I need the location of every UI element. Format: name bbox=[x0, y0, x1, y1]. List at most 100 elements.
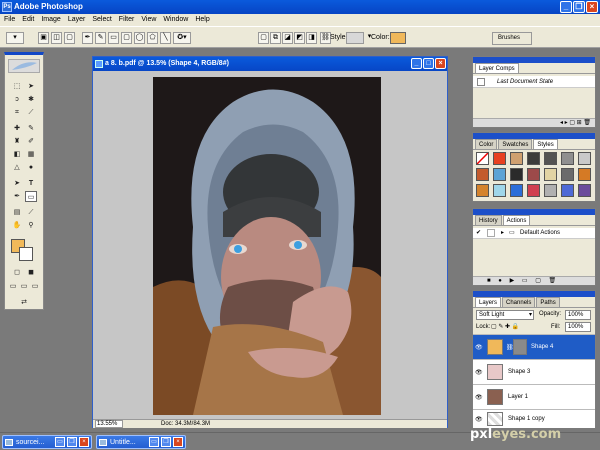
tab-color[interactable]: Color bbox=[475, 139, 498, 149]
blur-tool-icon[interactable]: △ bbox=[11, 162, 23, 173]
layer-row-layer-1[interactable]: 👁 Layer 1 bbox=[473, 384, 595, 409]
shape-layers-icon[interactable]: ▣ bbox=[38, 32, 49, 44]
shape-tool-icon[interactable]: ▭ bbox=[25, 191, 37, 202]
style-swatch[interactable] bbox=[527, 184, 540, 197]
task-close-button[interactable]: × bbox=[173, 437, 183, 447]
layer-row-shape-4[interactable]: 👁 ⛓ Shape 4 bbox=[473, 334, 595, 359]
dialog-toggle-icon[interactable] bbox=[487, 229, 495, 237]
menu-window[interactable]: Window bbox=[163, 14, 188, 26]
healing-brush-tool-icon[interactable]: ✚ bbox=[11, 123, 23, 134]
fill-pixels-icon[interactable]: ▢ bbox=[64, 32, 75, 44]
type-tool-icon[interactable]: T bbox=[25, 178, 37, 189]
menu-help[interactable]: Help bbox=[195, 14, 209, 26]
gradient-tool-icon[interactable]: ▦ bbox=[25, 149, 37, 160]
hand-tool-icon[interactable]: ✋ bbox=[11, 220, 23, 231]
marquee-tool-icon[interactable]: ⬚ bbox=[11, 81, 23, 92]
style-swatch[interactable] bbox=[578, 184, 591, 197]
minimize-button[interactable]: _ bbox=[560, 1, 572, 13]
tool-preset-picker[interactable]: ▾ bbox=[6, 32, 24, 44]
visibility-eye-icon[interactable]: 👁 bbox=[475, 344, 484, 351]
pen-tool-icon[interactable]: ✒ bbox=[11, 191, 23, 202]
lock-icons[interactable]: ▢ ✎ ✚ 🔒 bbox=[491, 323, 519, 330]
style-swatch[interactable] bbox=[544, 152, 557, 165]
notes-tool-icon[interactable]: ▤ bbox=[11, 207, 23, 218]
style-swatch[interactable] bbox=[476, 168, 489, 181]
style-swatch[interactable] bbox=[578, 168, 591, 181]
freeform-pen-icon[interactable]: ✎ bbox=[95, 32, 106, 44]
brushes-tab[interactable]: Brushes bbox=[492, 32, 532, 45]
tab-history[interactable]: History bbox=[475, 215, 502, 225]
style-swatch[interactable] bbox=[493, 168, 506, 181]
blend-mode-select[interactable]: Soft Light ▾ bbox=[476, 310, 534, 320]
taskbar-item-source[interactable]: sourcei... ▭ ❐ × bbox=[2, 435, 92, 449]
style-swatch[interactable] bbox=[561, 184, 574, 197]
layer-comp-item[interactable]: Last Document State bbox=[473, 76, 595, 88]
slice-tool-icon[interactable]: ⟋ bbox=[25, 107, 37, 118]
eraser-tool-icon[interactable]: ◧ bbox=[11, 149, 23, 160]
tab-channels[interactable]: Channels bbox=[502, 297, 536, 307]
style-swatch[interactable] bbox=[527, 152, 540, 165]
magic-wand-tool-icon[interactable]: ✱ bbox=[25, 94, 37, 105]
vector-mask-thumbnail[interactable] bbox=[513, 339, 527, 355]
task-minimize-button[interactable]: ▭ bbox=[55, 437, 65, 447]
move-tool-icon[interactable]: ➤ bbox=[25, 81, 37, 92]
document-maximize-button[interactable]: □ bbox=[423, 58, 434, 69]
style-swatch[interactable] bbox=[578, 152, 591, 165]
subtract-shape-icon[interactable]: ◪ bbox=[282, 32, 293, 44]
screen-mode-full-icon[interactable]: ▭ bbox=[29, 281, 41, 292]
jump-to-imageready-icon[interactable]: ⇄ bbox=[18, 297, 30, 308]
style-swatch[interactable] bbox=[510, 152, 523, 165]
tab-styles[interactable]: Styles bbox=[533, 139, 558, 149]
rounded-rectangle-icon[interactable]: ▢ bbox=[121, 32, 132, 44]
tab-swatches[interactable]: Swatches bbox=[498, 139, 533, 149]
checkmark-icon[interactable]: ✔ bbox=[476, 228, 481, 239]
task-close-button[interactable]: × bbox=[79, 437, 89, 447]
visibility-eye-icon[interactable]: 👁 bbox=[475, 416, 484, 423]
ellipse-icon[interactable]: ◯ bbox=[134, 32, 145, 44]
rectangle-icon[interactable]: ▭ bbox=[108, 32, 119, 44]
menu-view[interactable]: View bbox=[141, 14, 156, 26]
layer-row-shape-3[interactable]: 👁 Shape 3 bbox=[473, 359, 595, 384]
visibility-eye-icon[interactable]: 👁 bbox=[475, 394, 484, 401]
style-swatch[interactable] bbox=[476, 152, 489, 165]
opacity-input[interactable]: 100% bbox=[565, 310, 591, 320]
style-swatch[interactable] bbox=[510, 184, 523, 197]
menu-layer[interactable]: Layer bbox=[68, 14, 86, 26]
create-new-shape-icon[interactable]: ▢ bbox=[258, 32, 269, 44]
menu-edit[interactable]: Edit bbox=[22, 14, 34, 26]
menu-filter[interactable]: Filter bbox=[119, 14, 135, 26]
style-swatch[interactable] bbox=[527, 168, 540, 181]
clone-stamp-tool-icon[interactable]: ♜ bbox=[11, 136, 23, 147]
menu-image[interactable]: Image bbox=[41, 14, 60, 26]
eyedropper-tool-icon[interactable]: ⟋ bbox=[25, 207, 37, 218]
add-to-shape-icon[interactable]: ⧉ bbox=[270, 32, 281, 44]
task-restore-button[interactable]: ❐ bbox=[67, 437, 77, 447]
paths-icon[interactable]: ◫ bbox=[51, 32, 62, 44]
document-minimize-button[interactable]: _ bbox=[411, 58, 422, 69]
tab-layers[interactable]: Layers bbox=[475, 297, 502, 307]
style-swatch[interactable] bbox=[476, 184, 489, 197]
dodge-tool-icon[interactable]: ● bbox=[25, 162, 37, 173]
shape-color-swatch[interactable] bbox=[390, 32, 406, 44]
restore-button[interactable]: ❐ bbox=[573, 1, 585, 13]
menu-file[interactable]: File bbox=[4, 14, 15, 26]
fill-input[interactable]: 100% bbox=[565, 322, 591, 332]
history-brush-tool-icon[interactable]: ✐ bbox=[25, 136, 37, 147]
crop-tool-icon[interactable]: ⌗ bbox=[11, 107, 23, 118]
task-restore-button[interactable]: ❐ bbox=[161, 437, 171, 447]
style-swatch[interactable] bbox=[544, 168, 557, 181]
layer-row-shape-1-copy[interactable]: 👁 Shape 1 copy bbox=[473, 409, 595, 428]
polygon-icon[interactable]: ⬠ bbox=[147, 32, 158, 44]
tab-actions[interactable]: Actions bbox=[502, 215, 531, 225]
quick-mask-mode-icon[interactable]: ◼ bbox=[25, 267, 37, 278]
layer-comp-apply-icon[interactable] bbox=[477, 78, 485, 86]
zoom-tool-icon[interactable]: ⚲ bbox=[25, 220, 37, 231]
brush-tool-icon[interactable]: ✎ bbox=[25, 123, 37, 134]
tab-paths[interactable]: Paths bbox=[536, 297, 560, 307]
pen-icon[interactable]: ✒ bbox=[82, 32, 93, 44]
lasso-tool-icon[interactable]: ↄ bbox=[11, 94, 23, 105]
style-swatch[interactable] bbox=[544, 184, 557, 197]
zoom-field[interactable]: 13.55% bbox=[95, 420, 123, 428]
style-swatch[interactable] bbox=[510, 168, 523, 181]
action-set-row[interactable]: ✔ ▸ ▭ Default Actions bbox=[473, 228, 595, 239]
